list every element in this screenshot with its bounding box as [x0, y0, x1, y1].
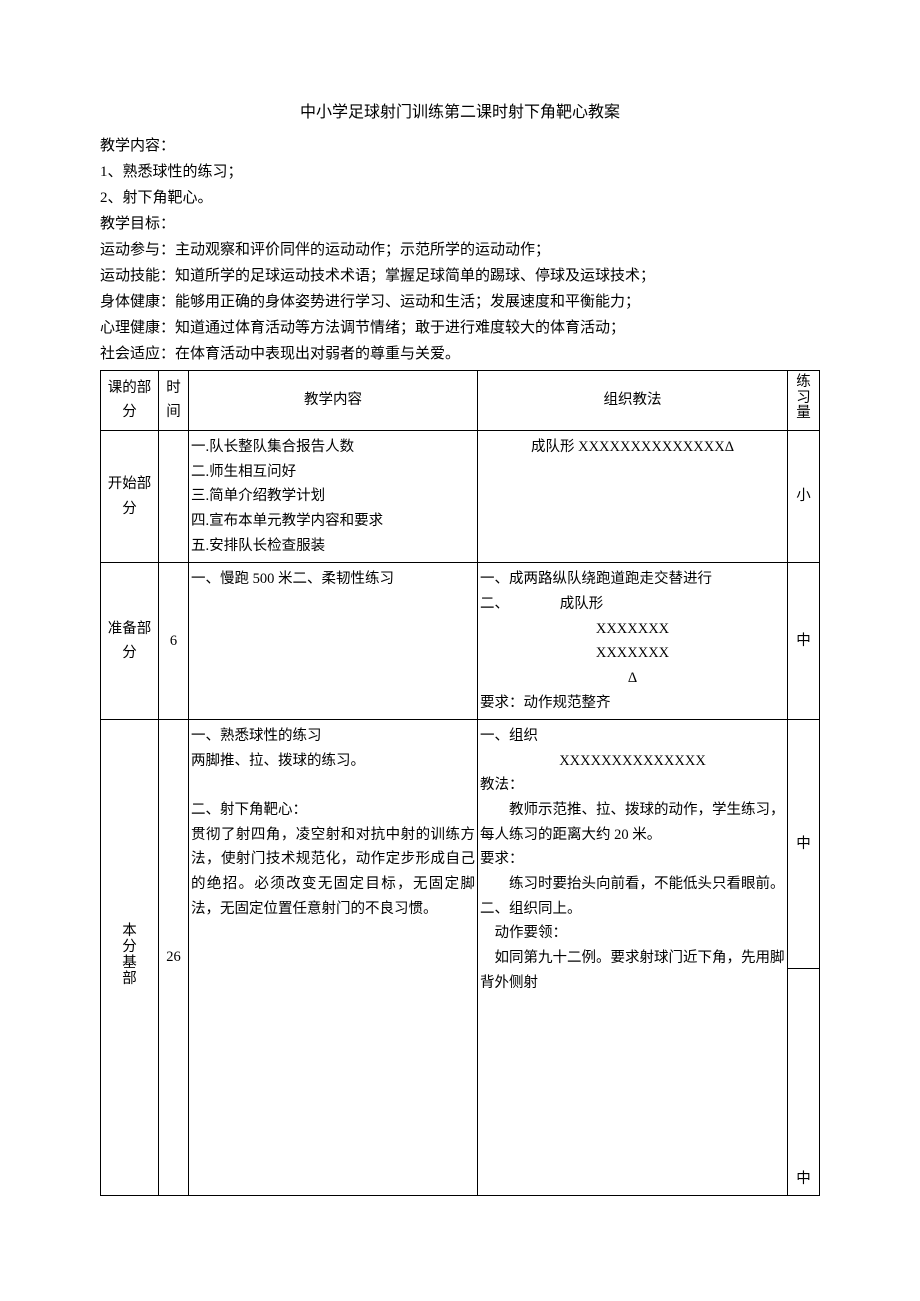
method-line: 二、组织同上。 [480, 897, 785, 922]
cell-amount: 中 [788, 563, 820, 720]
method-line: 动作要领： [480, 921, 785, 946]
lesson-table: 课的部分 时间 教学内容 组织教法 练习量 开始部分 一.队长整队集合报告人数 … [100, 370, 820, 1197]
method-line: 一、成两路纵队绕跑道跑走交替进行 [480, 567, 785, 592]
cell-method: 一、组织 XXXXXXXXXXXXXX 教法： 教师示范推、拉、拨球的动作，学生… [478, 720, 788, 1196]
method-line: 要求：动作规范整齐 [480, 691, 785, 716]
method-line: 教师示范推、拉、拨球的动作，学生练习，每人练习的距离大约 20 米。 [480, 798, 785, 847]
method-line: 二、 成队形 [480, 592, 785, 617]
method-line: Δ [480, 666, 785, 691]
table-row: 准备部分 6 一、慢跑 500 米二、柔韧性练习 一、成两路纵队绕跑道跑走交替进… [101, 563, 820, 720]
heading-content: 教学内容： [100, 134, 820, 158]
intro-block: 教学内容： 1、熟悉球性的练习； 2、射下角靶心。 教学目标： 运动参与：主动观… [100, 134, 820, 366]
heading-goal: 教学目标： [100, 212, 820, 236]
content-line: 一、熟悉球性的练习 [191, 724, 475, 749]
document-title: 中小学足球射门训练第二课时射下角靶心教案 [100, 100, 820, 126]
cell-time: 26 [159, 720, 189, 1196]
cell-part: 本分基部 [101, 720, 159, 1196]
goal-2: 运动技能：知道所学的足球运动技术术语；掌握足球简单的踢球、停球及运球技术； [100, 264, 820, 288]
header-part: 课的部分 [101, 370, 159, 431]
cell-content: 一、慢跑 500 米二、柔韧性练习 [189, 563, 478, 720]
method-line: XXXXXXXXXXXXXX [480, 749, 785, 774]
cell-time [159, 431, 189, 563]
method-line: XXXXXXX [480, 617, 785, 642]
header-content: 教学内容 [189, 370, 478, 431]
cell-amount: 小 [788, 431, 820, 563]
content-line: 两脚推、拉、拨球的练习。 [191, 749, 475, 774]
cell-content: 一、熟悉球性的练习 两脚推、拉、拨球的练习。 二、射下角靶心： 贯彻了射四角，凌… [189, 720, 478, 1196]
goal-1: 运动参与：主动观察和评价同伴的运动动作；示范所学的运动动作； [100, 238, 820, 262]
header-time: 时间 [159, 370, 189, 431]
method-line: 练习时要抬头向前看，不能低头只看眼前。 [480, 872, 785, 897]
method-line: XXXXXXX [480, 641, 785, 666]
formation-text: 成队形 XXXXXXXXXXXXXXΔ [480, 435, 785, 460]
cell-time: 6 [159, 563, 189, 720]
cell-part: 开始部分 [101, 431, 159, 563]
method-line: 要求： [480, 847, 785, 872]
cell-method: 成队形 XXXXXXXXXXXXXXΔ [478, 431, 788, 563]
method-line: 一、组织 [480, 724, 785, 749]
method-line: 教法： [480, 773, 785, 798]
table-header-row: 课的部分 时间 教学内容 组织教法 练习量 [101, 370, 820, 431]
cell-amount: 中 [788, 720, 820, 969]
content-item-1: 1、熟悉球性的练习； [100, 160, 820, 184]
cell-method: 一、成两路纵队绕跑道跑走交替进行 二、 成队形 XXXXXXX XXXXXXX … [478, 563, 788, 720]
goal-3: 身体健康：能够用正确的身体姿势进行学习、运动和生活；发展速度和平衡能力； [100, 290, 820, 314]
header-method: 组织教法 [478, 370, 788, 431]
cell-content: 一.队长整队集合报告人数 二.师生相互问好 三.简单介绍教学计划 四.宣布本单元… [189, 431, 478, 563]
header-amount: 练习量 [788, 370, 820, 431]
method-line: 如同第九十二例。要求射球门近下角，先用脚背外侧射 [480, 946, 785, 995]
table-row: 开始部分 一.队长整队集合报告人数 二.师生相互问好 三.简单介绍教学计划 四.… [101, 431, 820, 563]
content-line: 二、射下角靶心： [191, 798, 475, 823]
table-row: 本分基部 26 一、熟悉球性的练习 两脚推、拉、拨球的练习。 二、射下角靶心： … [101, 720, 820, 969]
cell-part: 准备部分 [101, 563, 159, 720]
content-line: 贯彻了射四角，凌空射和对抗中射的训练方法，使射门技术规范化，动作定步形成自己的绝… [191, 823, 475, 922]
goal-4: 心理健康：知道通过体育活动等方法调节情绪；敢于进行难度较大的体育活动； [100, 316, 820, 340]
content-item-2: 2、射下角靶心。 [100, 186, 820, 210]
goal-5: 社会适应：在体育活动中表现出对弱者的尊重与关爱。 [100, 342, 820, 366]
cell-amount: 中 [788, 969, 820, 1196]
